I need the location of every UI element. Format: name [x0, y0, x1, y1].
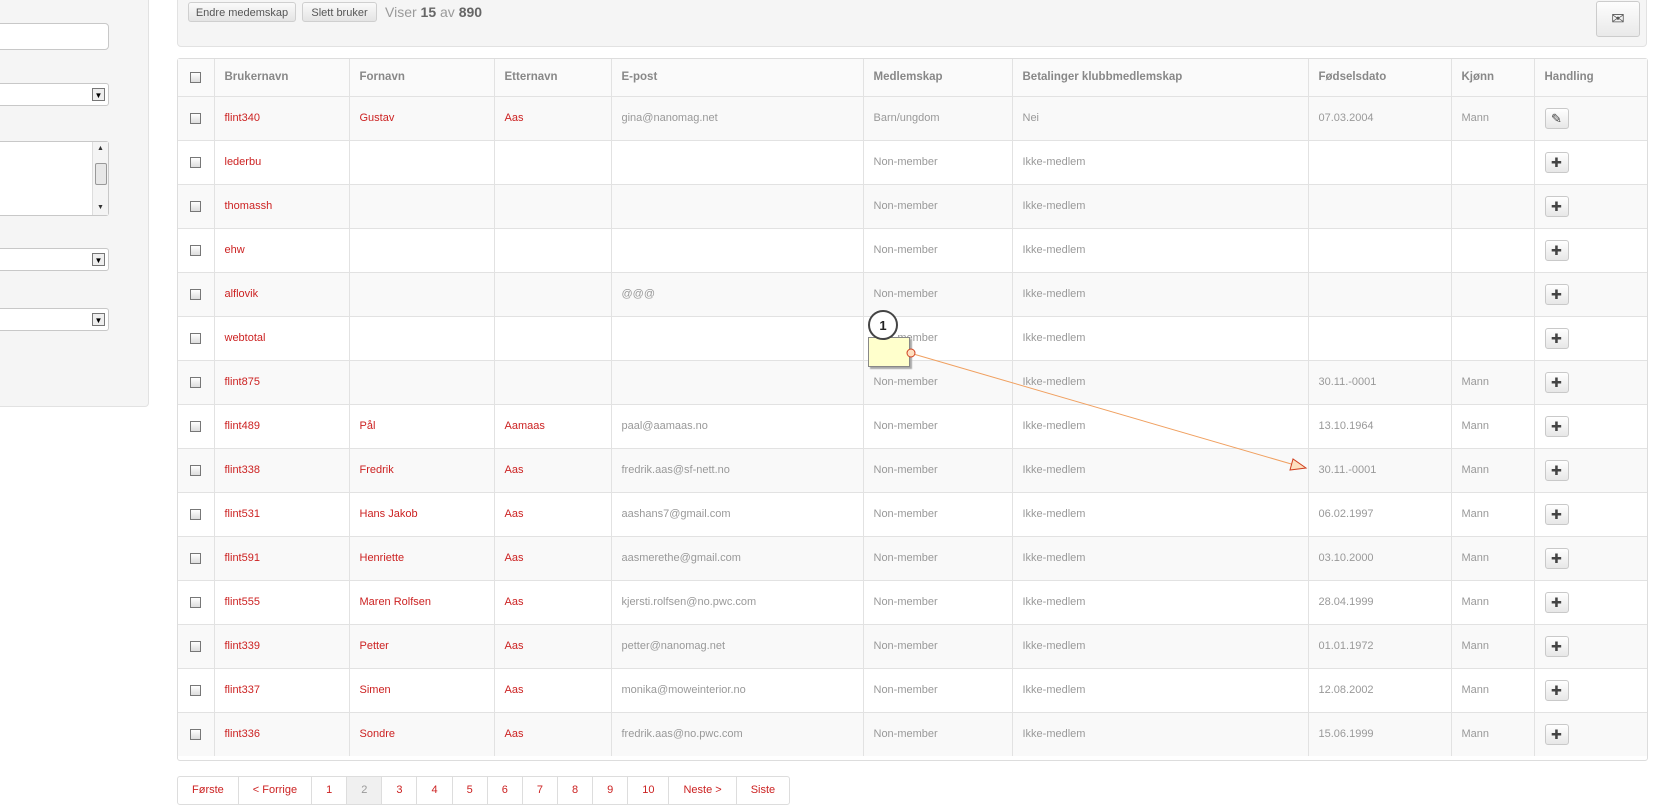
- annotation-badge: 1: [868, 310, 898, 340]
- annotation-anchor: [906, 348, 916, 358]
- annotation-anchor-dot[interactable]: [906, 348, 916, 358]
